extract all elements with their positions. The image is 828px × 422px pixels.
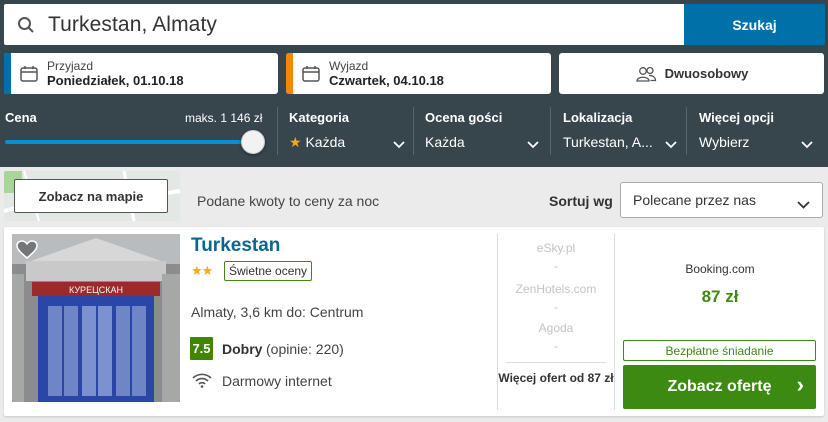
search-input-value[interactable]: Turkestan, Almaty — [48, 13, 217, 37]
category-filter-label: Kategoria — [289, 110, 349, 125]
price-slider-track[interactable] — [5, 140, 255, 144]
more-options-value[interactable]: Wybierz — [699, 134, 749, 150]
price-filter-label: Cena — [5, 110, 37, 125]
checkin-accent — [4, 53, 11, 94]
room-type-value: Dwuosobowy — [664, 66, 749, 81]
more-options-label: Więcej opcji — [699, 110, 775, 125]
filter-divider — [277, 107, 278, 155]
provider-price: - — [554, 259, 558, 273]
map-button[interactable]: Zobacz na mapie — [14, 179, 168, 213]
best-deal-price[interactable]: 87 zł — [615, 287, 825, 307]
view-deal-button[interactable]: Zobacz ofertę › — [623, 365, 816, 409]
sort-select[interactable]: Polecane przez nas — [620, 182, 823, 218]
filter-divider — [550, 107, 551, 155]
heart-icon[interactable] — [16, 240, 38, 265]
chevron-down-icon — [527, 136, 539, 154]
category-filter-value: Każda — [305, 134, 346, 150]
guests-icon — [635, 66, 657, 82]
checkout-field[interactable]: Wyjazd Czwartek, 04.10.18 — [286, 53, 551, 94]
provider-price: - — [554, 339, 558, 353]
checkout-label: Wyjazd — [329, 59, 369, 73]
sort-label: Sortuj wg — [549, 193, 613, 209]
view-deal-label: Zobacz ofertę — [667, 378, 772, 395]
guest-rating-filter-label: Ocena gości — [425, 110, 503, 125]
price-note: Podane kwoty to ceny za noc — [197, 193, 380, 209]
guest-rating-filter-value[interactable]: Każda — [425, 134, 465, 150]
card-divider — [614, 234, 615, 410]
chevron-down-icon — [797, 196, 810, 212]
rating-tag: Świetne oceny — [224, 261, 313, 281]
location-filter-label: Lokalizacja — [563, 110, 633, 125]
price-slider-handle[interactable] — [241, 130, 265, 154]
more-offers-link[interactable]: Więcej ofert od 87 zł — [498, 371, 614, 385]
chevron-down-icon — [393, 136, 405, 154]
photo-sign-text: КУРЕЦСКАН — [69, 285, 123, 295]
price-max-text: maks. 1 146 zł — [185, 111, 263, 125]
calendar-icon — [293, 65, 329, 82]
search-field[interactable]: Turkestan, Almaty — [4, 4, 684, 45]
location-filter-value[interactable]: Turkestan, A... — [563, 134, 653, 150]
provider-name[interactable]: eSky.pl — [498, 241, 614, 255]
review-count[interactable]: (opinie: 220) — [266, 341, 344, 357]
search-icon — [4, 4, 48, 45]
calendar-icon — [11, 65, 47, 82]
star-icon: ★ — [289, 134, 302, 150]
filter-divider — [686, 107, 687, 155]
category-filter[interactable]: ★ Każda — [289, 134, 345, 151]
checkout-accent — [286, 53, 293, 94]
chevron-down-icon — [665, 136, 677, 154]
search-button[interactable]: Szukaj — [684, 4, 825, 45]
divider — [506, 362, 606, 363]
checkout-value: Czwartek, 04.10.18 — [329, 73, 444, 88]
checkin-label: Przyjazd — [47, 59, 94, 73]
room-type-field[interactable]: Dwuosobowy — [559, 53, 824, 94]
breakfast-badge: Bezpłatne śniadanie — [623, 340, 816, 361]
hotel-stars: ★★ — [191, 263, 213, 278]
sort-select-value: Polecane przez nas — [633, 192, 756, 208]
rating-score-badge: 7.5 — [190, 337, 213, 360]
chevron-down-icon — [801, 136, 813, 154]
chevron-right-icon: › — [796, 372, 804, 397]
rating-label: Dobry — [222, 341, 263, 357]
amenity-label: Darmowy internet — [222, 373, 332, 389]
checkin-field[interactable]: Przyjazd Poniedziałek, 01.10.18 — [4, 53, 278, 94]
filter-divider — [413, 107, 414, 155]
checkin-value: Poniedziałek, 01.10.18 — [47, 73, 184, 88]
hotel-name[interactable]: Turkestan — [191, 235, 280, 257]
wifi-icon — [192, 372, 212, 393]
provider-name[interactable]: ZenHotels.com — [498, 282, 614, 296]
provider-price: - — [554, 300, 558, 314]
hotel-location[interactable]: Almaty, 3,6 km do: Centrum — [191, 304, 363, 320]
provider-name[interactable]: Agoda — [498, 321, 614, 335]
best-deal-provider: Booking.com — [685, 262, 755, 276]
